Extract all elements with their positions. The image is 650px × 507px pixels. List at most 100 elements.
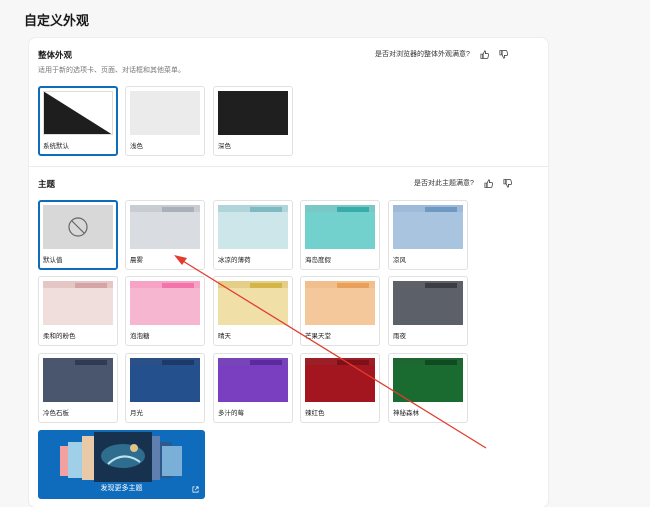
theme-preview [130, 281, 200, 325]
theme-preview [305, 205, 375, 249]
theme-label: 冷色石板 [43, 410, 69, 417]
theme-tile[interactable]: 泡泡糖 [125, 276, 205, 346]
theme-preview-tab [250, 207, 282, 212]
section-divider [29, 166, 548, 167]
appearance-option-label: 系统默认 [43, 143, 69, 150]
theme-preview-tab [162, 207, 194, 212]
appearance-option-light[interactable]: 浅色 [125, 86, 205, 156]
thumbs-down-icon[interactable] [499, 49, 508, 59]
appearance-option-system-default[interactable]: 系统默认 [38, 86, 118, 156]
theme-preview [305, 358, 375, 402]
theme-preview-body [393, 365, 463, 402]
appearance-section-title: 整体外观 [38, 50, 73, 60]
discover-more-themes-button[interactable]: 发现更多主题 [38, 430, 205, 499]
theme-feedback: 是否对此主题满意? [414, 178, 512, 188]
appearance-feedback-question: 是否对浏览器的整体外观满意? [375, 51, 470, 58]
theme-preview-body [305, 212, 375, 249]
theme-tile[interactable]: 辣红色 [300, 353, 380, 423]
appearance-section-subtitle: 适用于新的选项卡、页面、对话框和其他菜单。 [38, 67, 185, 74]
theme-label: 辣红色 [305, 410, 325, 417]
theme-label: 默认值 [43, 257, 63, 264]
theme-preview-body [218, 212, 288, 249]
discover-more-themes-label: 发现更多主题 [100, 485, 143, 492]
appearance-option-dark[interactable]: 深色 [213, 86, 293, 156]
theme-preview-body [130, 365, 200, 402]
theme-preview-body [43, 365, 113, 402]
appearance-card: 整体外观 适用于新的选项卡、页面、对话框和其他菜单。 是否对浏览器的整体外观满意… [29, 38, 548, 507]
theme-preview [393, 358, 463, 402]
no-theme-icon [68, 217, 88, 237]
theme-tile[interactable]: 雨夜 [388, 276, 468, 346]
theme-feedback-question: 是否对此主题满意? [414, 180, 474, 187]
theme-preview-tab [250, 360, 282, 365]
theme-tile[interactable]: 冷色石板 [38, 353, 118, 423]
theme-section-title: 主题 [38, 179, 56, 189]
theme-label: 柔和的粉色 [43, 333, 76, 340]
theme-preview-body [218, 365, 288, 402]
theme-preview [130, 358, 200, 402]
theme-preview-tab [250, 283, 282, 288]
theme-tile[interactable]: 凉风 [388, 200, 468, 270]
theme-preview-tab [162, 360, 194, 365]
theme-preview-tab [425, 283, 457, 288]
theme-label: 雨夜 [393, 333, 406, 340]
theme-preview-body [43, 288, 113, 325]
theme-preview-tab [75, 360, 107, 365]
theme-tile[interactable]: 多汁的莓 [213, 353, 293, 423]
thumbs-up-icon[interactable] [484, 179, 493, 188]
theme-tile[interactable]: 芒果天堂 [300, 276, 380, 346]
appearance-option-label: 浅色 [130, 143, 143, 150]
theme-tile[interactable]: 晨雾 [125, 200, 205, 270]
theme-tile[interactable]: 神秘森林 [388, 353, 468, 423]
theme-label: 晴天 [218, 333, 231, 340]
theme-label: 泡泡糖 [130, 333, 150, 340]
theme-preview-tab [337, 283, 369, 288]
theme-preview [218, 358, 288, 402]
theme-tile[interactable]: 默认值 [38, 200, 118, 270]
theme-preview-tab [162, 283, 194, 288]
theme-preview [43, 281, 113, 325]
page-title: 自定义外观 [24, 13, 90, 28]
external-link-icon [192, 486, 199, 493]
light-preview [130, 91, 200, 135]
theme-label: 凉风 [393, 257, 406, 264]
theme-tile[interactable]: 冰凉的薄荷 [213, 200, 293, 270]
theme-label: 多汁的莓 [218, 410, 244, 417]
thumbs-down-icon[interactable] [503, 178, 512, 188]
theme-preview-body [305, 288, 375, 325]
theme-preview [393, 205, 463, 249]
theme-preview-body [393, 288, 463, 325]
theme-preview-body [130, 288, 200, 325]
theme-preview [393, 281, 463, 325]
dark-preview [218, 91, 288, 135]
system-default-preview [43, 91, 113, 135]
theme-label: 芒果天堂 [305, 333, 331, 340]
theme-preview-body [130, 212, 200, 249]
theme-preview [43, 205, 113, 249]
theme-preview-body [218, 288, 288, 325]
theme-preview [130, 205, 200, 249]
theme-label: 晨雾 [130, 257, 143, 264]
theme-tile[interactable]: 月光 [125, 353, 205, 423]
theme-preview-tab [337, 207, 369, 212]
theme-preview-body [305, 365, 375, 402]
theme-label: 冰凉的薄荷 [218, 257, 251, 264]
theme-preview [218, 205, 288, 249]
theme-tile[interactable]: 晴天 [213, 276, 293, 346]
theme-label: 神秘森林 [393, 410, 419, 417]
theme-preview [218, 281, 288, 325]
theme-tile[interactable]: 海岛度假 [300, 200, 380, 270]
theme-tile[interactable]: 柔和的粉色 [38, 276, 118, 346]
theme-preview-body [393, 212, 463, 249]
theme-preview-tab [425, 207, 457, 212]
theme-preview [43, 358, 113, 402]
theme-preview [305, 281, 375, 325]
theme-preview-tab [337, 360, 369, 365]
appearance-feedback: 是否对浏览器的整体外观满意? [375, 49, 508, 59]
theme-preview-tab [425, 360, 457, 365]
theme-preview-tab [75, 283, 107, 288]
theme-label: 月光 [130, 410, 143, 417]
thumbs-up-icon[interactable] [480, 50, 489, 59]
appearance-option-label: 深色 [218, 143, 231, 150]
theme-label: 海岛度假 [305, 257, 331, 264]
